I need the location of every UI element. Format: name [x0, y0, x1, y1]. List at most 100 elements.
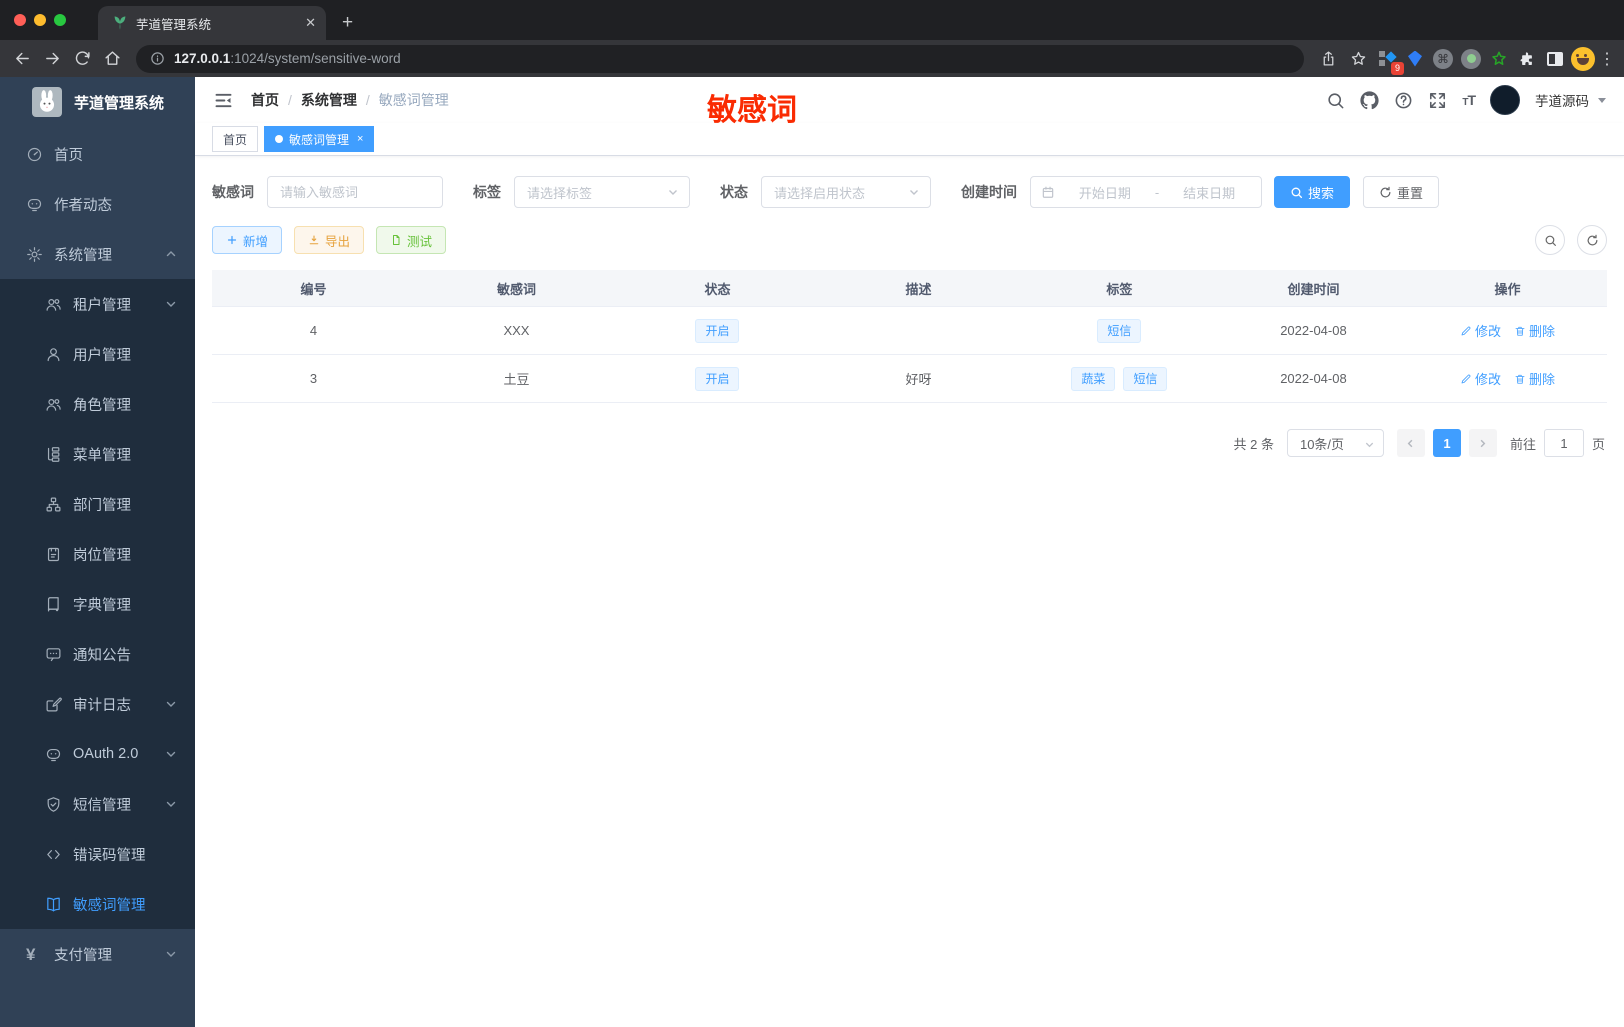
bookmark-star-icon[interactable] [1344, 45, 1372, 73]
sidebar-item-9[interactable]: 字典管理 [0, 579, 195, 629]
tag-select[interactable]: 请选择标签 [514, 176, 690, 208]
help-icon[interactable] [1394, 91, 1413, 110]
fullscreen-icon[interactable] [1428, 91, 1447, 110]
next-page-icon[interactable] [1468, 429, 1497, 457]
edit-link[interactable]: 修改 [1460, 321, 1501, 340]
share-icon[interactable] [1314, 45, 1342, 73]
extension-gem-icon[interactable] [1402, 46, 1428, 72]
sidebar-item-label: 审计日志 [73, 697, 131, 714]
home-icon[interactable] [98, 45, 126, 73]
sidebar-item-10[interactable]: 通知公告 [0, 629, 195, 679]
gear-icon [26, 246, 43, 263]
sidebar-item-13[interactable]: 短信管理 [0, 779, 195, 829]
table-row: 4 XXX 开启 短信 2022-04-08 修改 删除 [212, 307, 1607, 355]
extension-grid-icon[interactable]: 9 [1374, 46, 1404, 75]
sidebar-logo[interactable]: 芋道管理系统 [0, 77, 195, 127]
extension-command-icon[interactable]: ⌘ [1430, 46, 1456, 72]
minimize-window-button[interactable] [34, 14, 46, 26]
extension-record-icon[interactable] [1458, 46, 1484, 72]
user-caret-down-icon[interactable] [1598, 97, 1606, 103]
word-input[interactable] [268, 177, 442, 207]
delete-link[interactable]: 删除 [1514, 369, 1555, 388]
sidebar-item-16[interactable]: ¥ 支付管理 [0, 929, 195, 979]
close-tab-icon[interactable]: × [357, 133, 363, 145]
test-button[interactable]: 测试 [376, 226, 447, 254]
edit-link[interactable]: 修改 [1460, 369, 1501, 388]
cell-description: 好呀 [905, 372, 932, 387]
column-header: 编号 [300, 281, 327, 297]
zoom-window-button[interactable] [54, 14, 66, 26]
browser-toolbar: 127.0.0.1:1024/system/sensitive-word 9 ⌘… [0, 40, 1624, 77]
delete-link[interactable]: 删除 [1514, 321, 1555, 340]
info-icon[interactable] [150, 51, 165, 66]
filter-word: 敏感词 [212, 176, 443, 208]
sidebar-item-0[interactable]: 首页 [0, 129, 195, 179]
sidebar-item-label: 角色管理 [73, 397, 131, 414]
table-body: 4 XXX 开启 短信 2022-04-08 修改 删除 3 土豆 开启 好呀 蔬菜 短信 2022-04… [212, 307, 1607, 403]
view-tab-0[interactable]: 首页 [212, 126, 259, 152]
add-button[interactable]: 新增 [212, 226, 283, 254]
search-button[interactable]: 搜索 [1274, 176, 1351, 208]
cell-status: 开启 [618, 318, 817, 343]
column-header: 创建时间 [1287, 281, 1340, 297]
prev-page-icon[interactable] [1396, 429, 1425, 457]
user-icon [45, 346, 62, 363]
sidebar-item-label: 菜单管理 [73, 447, 131, 464]
goto-page-input[interactable] [1543, 429, 1584, 457]
sidebar-item-14[interactable]: 错误码管理 [0, 829, 195, 879]
url-path: :1024/system/sensitive-word [230, 51, 401, 66]
cell-word: XXX [503, 323, 530, 338]
reset-button[interactable]: 重置 [1363, 176, 1440, 208]
users-icon [45, 396, 62, 413]
forward-icon[interactable] [38, 45, 66, 73]
word-tag: 短信 [1123, 366, 1168, 391]
address-bar[interactable]: 127.0.0.1:1024/system/sensitive-word [136, 44, 1304, 73]
breadcrumb-item[interactable]: 系统管理 [301, 90, 357, 110]
toggle-search-icon[interactable] [1535, 225, 1565, 255]
sidebar: 芋道管理系统 首页 作者动态 系统管理 租户管理 用户管理角色管理菜单管理部门管理 岗位管… [0, 77, 195, 1027]
font-size-icon[interactable]: TT [1462, 92, 1476, 108]
browser-tab[interactable]: 芋道管理系统 ✕ [98, 6, 326, 40]
sidebar-item-8[interactable]: 岗位管理 [0, 529, 195, 579]
tab-close-icon[interactable]: ✕ [305, 15, 316, 31]
pager: 1 [1396, 429, 1497, 457]
new-tab-button[interactable]: + [342, 12, 353, 34]
sidebar-item-4[interactable]: 用户管理 [0, 329, 195, 379]
back-icon[interactable] [8, 45, 36, 73]
extensions-puzzle-icon[interactable] [1514, 46, 1540, 72]
sidebar-item-11[interactable]: 审计日志 [0, 679, 195, 729]
sidebar-item-15[interactable]: 敏感词管理 [0, 879, 195, 929]
extension-green-star-icon[interactable] [1486, 46, 1512, 72]
collapse-sidebar-icon[interactable] [213, 90, 234, 111]
filter-create-time: 创建时间 开始日期 - 结束日期 [961, 176, 1262, 208]
page-number-button[interactable]: 1 [1432, 429, 1461, 457]
gauge-icon [26, 146, 43, 163]
status-select[interactable]: 请选择启用状态 [761, 176, 931, 208]
browser-menu-icon[interactable]: ⋮ [1598, 49, 1616, 69]
sidebar-item-5[interactable]: 角色管理 [0, 379, 195, 429]
sidebar-item-6[interactable]: 菜单管理 [0, 429, 195, 479]
close-window-button[interactable] [14, 14, 26, 26]
refresh-table-icon[interactable] [1577, 225, 1607, 255]
sidebar-item-2[interactable]: 系统管理 [0, 229, 195, 279]
sidebar-item-7[interactable]: 部门管理 [0, 479, 195, 529]
date-range-picker[interactable]: 开始日期 - 结束日期 [1030, 176, 1262, 208]
reload-icon[interactable] [68, 45, 96, 73]
user-avatar[interactable] [1490, 85, 1520, 115]
sidebar-item-3[interactable]: 租户管理 [0, 279, 195, 329]
sidebar-item-12[interactable]: OAuth 2.0 [0, 729, 195, 779]
data-table: 编号 敏感词 状态 描述 标签 创建时间 操作 4 XXX 开启 短信 2022-04-08 修改 删除… [212, 270, 1607, 403]
search-icon[interactable] [1326, 91, 1345, 110]
column-header: 状态 [704, 281, 731, 297]
profile-avatar-icon[interactable] [1570, 46, 1596, 72]
page-size-select[interactable]: 10条/页 [1286, 429, 1384, 457]
split-view-icon[interactable] [1542, 46, 1568, 72]
export-button[interactable]: 导出 [294, 226, 365, 254]
filter-status-label: 状态 [720, 184, 748, 200]
view-tab-1[interactable]: 敏感词管理 × [264, 126, 375, 152]
sidebar-item-1[interactable]: 作者动态 [0, 179, 195, 229]
cell-tags: 蔬菜 短信 [1020, 366, 1219, 391]
github-icon[interactable] [1360, 90, 1379, 110]
user-name[interactable]: 芋道源码 [1535, 90, 1589, 110]
breadcrumb-item[interactable]: 首页 [251, 90, 279, 110]
